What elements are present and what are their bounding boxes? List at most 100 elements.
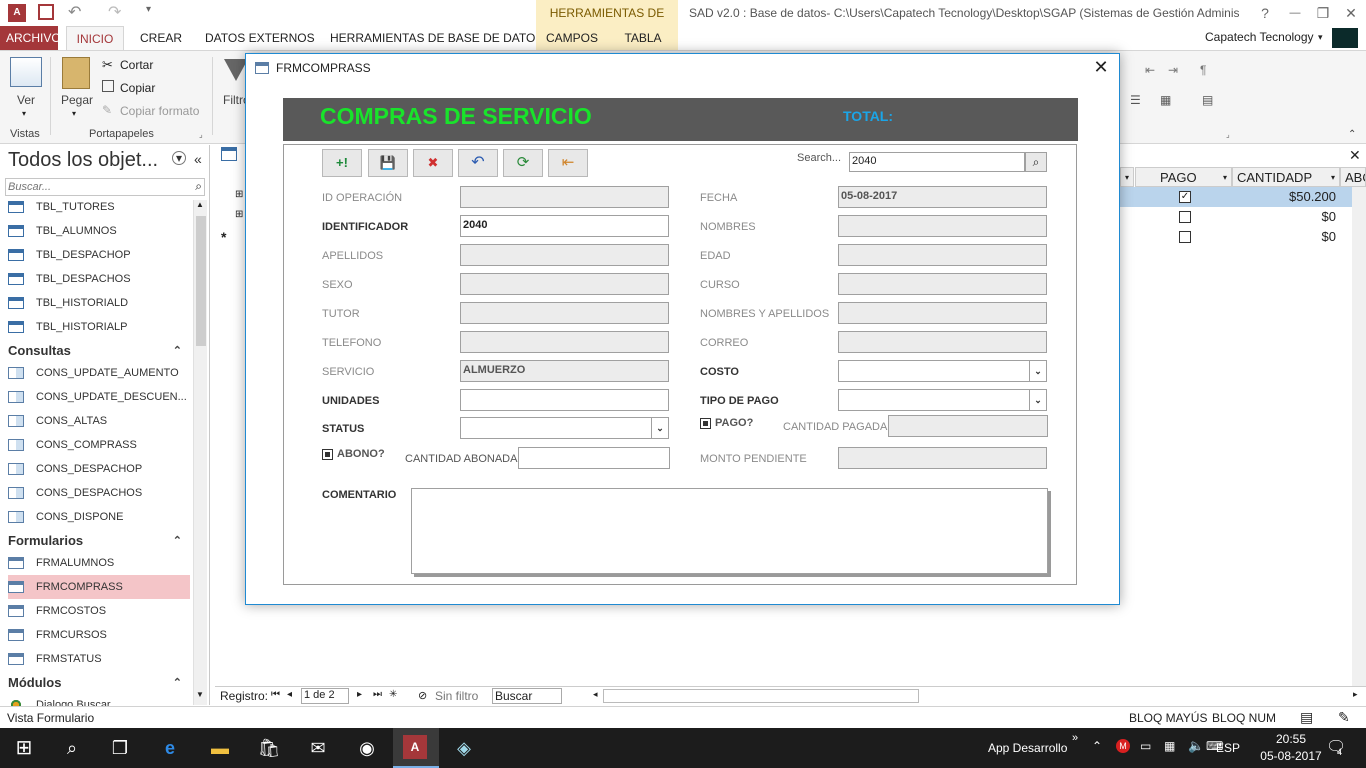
file-explorer-icon[interactable]: ▬ bbox=[206, 734, 234, 762]
record-position[interactable]: 1 de 2 bbox=[301, 688, 349, 704]
first-record-icon[interactable]: ⏮ bbox=[271, 689, 280, 700]
chevron-down-icon[interactable]: ⌄ bbox=[1029, 361, 1046, 381]
undo-record-button[interactable]: ↶ bbox=[458, 149, 498, 177]
form-view-icon[interactable]: ▤ bbox=[1300, 709, 1313, 726]
column-header-cantidad[interactable]: CANTIDADP ▾ bbox=[1232, 167, 1340, 187]
copy-icon[interactable] bbox=[102, 80, 114, 92]
nav-query-2[interactable]: CONS_ALTAS bbox=[8, 409, 190, 433]
nombres-field[interactable] bbox=[838, 215, 1047, 237]
save-icon[interactable] bbox=[38, 4, 54, 20]
hscroll-right-icon[interactable]: ▸ bbox=[1353, 689, 1358, 700]
tray-chevron-icon[interactable]: ⌃ bbox=[1092, 739, 1102, 753]
pegar-button[interactable]: Pegar bbox=[61, 93, 93, 107]
nav-group-consultas[interactable]: Consultas ⌃ bbox=[8, 340, 190, 362]
nav-query-0[interactable]: CONS_UPDATE_AUMENTO bbox=[8, 361, 190, 385]
quick-access-more-icon[interactable]: ▾ bbox=[146, 4, 151, 15]
nav-form-frmcursos[interactable]: FRMCURSOS bbox=[8, 623, 190, 647]
store-icon[interactable]: 🛍 bbox=[255, 734, 283, 762]
no-filter-icon[interactable]: ⊘ bbox=[418, 689, 427, 702]
nav-form-frmcomprass[interactable]: FRMCOMPRASS bbox=[8, 575, 190, 599]
scroll-down-icon[interactable]: ▼ bbox=[196, 690, 204, 699]
identificador-field[interactable]: 2040 bbox=[460, 215, 669, 237]
close-datasheet-icon[interactable]: ✕ bbox=[1349, 147, 1361, 164]
dialog-launcher-icon[interactable]: ⌟ bbox=[199, 130, 203, 139]
close-dialog-button[interactable]: ✕ bbox=[1091, 57, 1111, 78]
tab-inicio[interactable]: INICIO bbox=[66, 26, 124, 50]
row-2-cantidad[interactable]: $0 bbox=[1232, 229, 1336, 244]
search-icon[interactable]: ⌕ bbox=[58, 734, 86, 762]
column-header-pago[interactable]: PAGO ▾ bbox=[1135, 167, 1232, 187]
paragraph-icon[interactable]: ¶ bbox=[1200, 63, 1206, 77]
copiar-button[interactable]: Copiar bbox=[120, 81, 155, 95]
hscroll-thumb[interactable] bbox=[603, 689, 919, 703]
tab-archivo[interactable]: ARCHIVO bbox=[0, 26, 61, 50]
row-1-cantidad[interactable]: $0 bbox=[1232, 209, 1336, 224]
mail-icon[interactable]: ✉ bbox=[304, 734, 332, 762]
delete-record-button[interactable]: ✖ bbox=[413, 149, 453, 177]
start-icon[interactable]: ⊞ bbox=[10, 734, 38, 762]
paste-icon[interactable] bbox=[62, 57, 90, 89]
scroll-up-icon[interactable]: ▲ bbox=[196, 200, 204, 209]
tipo-pago-combo[interactable]: ⌄ bbox=[838, 389, 1047, 411]
tab-datos-externos[interactable]: DATOS EXTERNOS bbox=[199, 26, 321, 50]
design-view-icon[interactable]: ✎ bbox=[1338, 709, 1350, 726]
task-view-icon[interactable]: ❐ bbox=[106, 734, 134, 762]
refresh-button[interactable]: ⟳ bbox=[503, 149, 543, 177]
row-1-pago-checkbox[interactable] bbox=[1179, 211, 1191, 223]
align-icon[interactable]: ☰ bbox=[1130, 93, 1141, 107]
comentario-textarea[interactable] bbox=[411, 488, 1048, 574]
nav-form-frmalumnos[interactable]: FRMALUMNOS bbox=[8, 551, 190, 575]
nav-query-1[interactable]: CONS_UPDATE_DESCUEN... bbox=[8, 385, 190, 409]
monto-pendiente-field[interactable] bbox=[838, 447, 1047, 469]
servicio-field[interactable]: ALMUERZO bbox=[460, 360, 669, 382]
tray-network-icon[interactable]: ▦ bbox=[1164, 739, 1175, 753]
column-header-chevron-icon[interactable]: ▾ bbox=[1223, 168, 1227, 188]
tray-language[interactable]: ESP bbox=[1216, 741, 1240, 755]
new-record-button[interactable]: +! bbox=[322, 149, 362, 177]
tray-m-icon[interactable]: M bbox=[1116, 739, 1130, 753]
fill-icon[interactable]: ▤ bbox=[1202, 93, 1213, 107]
search-input[interactable]: 2040 bbox=[849, 152, 1025, 172]
toolbar-expand-icon[interactable]: » bbox=[1072, 732, 1078, 744]
scroll-thumb[interactable] bbox=[196, 216, 206, 346]
chevron-down-icon[interactable]: ⌄ bbox=[651, 418, 668, 438]
nav-table-tbl-historiald[interactable]: TBL_HISTORIALD bbox=[8, 291, 190, 315]
new-record-icon[interactable]: ✳ bbox=[389, 689, 397, 700]
nav-table-tbl-despachos[interactable]: TBL_DESPACHOS bbox=[8, 267, 190, 291]
nav-header-chevron-icon[interactable]: ▾ bbox=[172, 151, 186, 165]
nav-table-tbl-alumnos[interactable]: TBL_ALUMNOS bbox=[8, 219, 190, 243]
curso-field[interactable] bbox=[838, 273, 1047, 295]
user-name[interactable]: Capatech Tecnology bbox=[1205, 30, 1314, 44]
status-combo[interactable]: ⌄ bbox=[460, 417, 669, 439]
tab-herramientas-bd[interactable]: HERRAMIENTAS DE BASE DE DATOS bbox=[324, 26, 549, 50]
search-button[interactable]: ⌕ bbox=[1025, 152, 1047, 172]
hscroll-left-icon[interactable]: ◂ bbox=[593, 689, 598, 700]
nav-search-input[interactable] bbox=[6, 179, 186, 195]
nav-header[interactable]: Todos los objet... ▾ « bbox=[0, 145, 210, 177]
collapse-chevron-icon[interactable]: ⌃ bbox=[173, 530, 182, 552]
apellidos-field[interactable] bbox=[460, 244, 669, 266]
next-record-icon[interactable]: ▸ bbox=[357, 689, 362, 700]
indent-icon[interactable]: ⇤ bbox=[1145, 63, 1155, 77]
cantidad-pagada-field[interactable] bbox=[888, 415, 1048, 437]
tray-date[interactable]: 05-08-2017 bbox=[1258, 749, 1324, 763]
nav-collapse-icon[interactable]: « bbox=[194, 151, 202, 167]
app-desarrollo-label[interactable]: App Desarrollo bbox=[988, 741, 1067, 755]
datasheet-tab-icon[interactable] bbox=[221, 147, 237, 161]
edad-field[interactable] bbox=[838, 244, 1047, 266]
search-icon[interactable]: ⌕ bbox=[195, 179, 202, 194]
access-app-icon[interactable]: A bbox=[8, 4, 26, 22]
nav-query-4[interactable]: CONS_DESPACHOP bbox=[8, 457, 190, 481]
dialog-launcher-icon[interactable]: ⌟ bbox=[1226, 130, 1230, 139]
undo-icon[interactable]: ↶ bbox=[68, 2, 81, 22]
tab-tabla[interactable]: TABLA bbox=[608, 26, 678, 50]
cortar-button[interactable]: Cortar bbox=[120, 58, 153, 72]
nav-form-frmcostos[interactable]: FRMCOSTOS bbox=[8, 599, 190, 623]
row-0-cantidad[interactable]: $50.200 bbox=[1232, 189, 1336, 204]
cut-icon[interactable]: ✂ bbox=[102, 57, 113, 73]
nav-form-frmstatus[interactable]: FRMSTATUS bbox=[8, 647, 190, 671]
nav-query-6[interactable]: CONS_DISPONE bbox=[8, 505, 190, 529]
exit-form-button[interactable]: ⇤ bbox=[548, 149, 588, 177]
tray-battery-icon[interactable]: ▭ bbox=[1140, 739, 1151, 753]
nav-table-tbl-despachop[interactable]: TBL_DESPACHOP bbox=[8, 243, 190, 267]
